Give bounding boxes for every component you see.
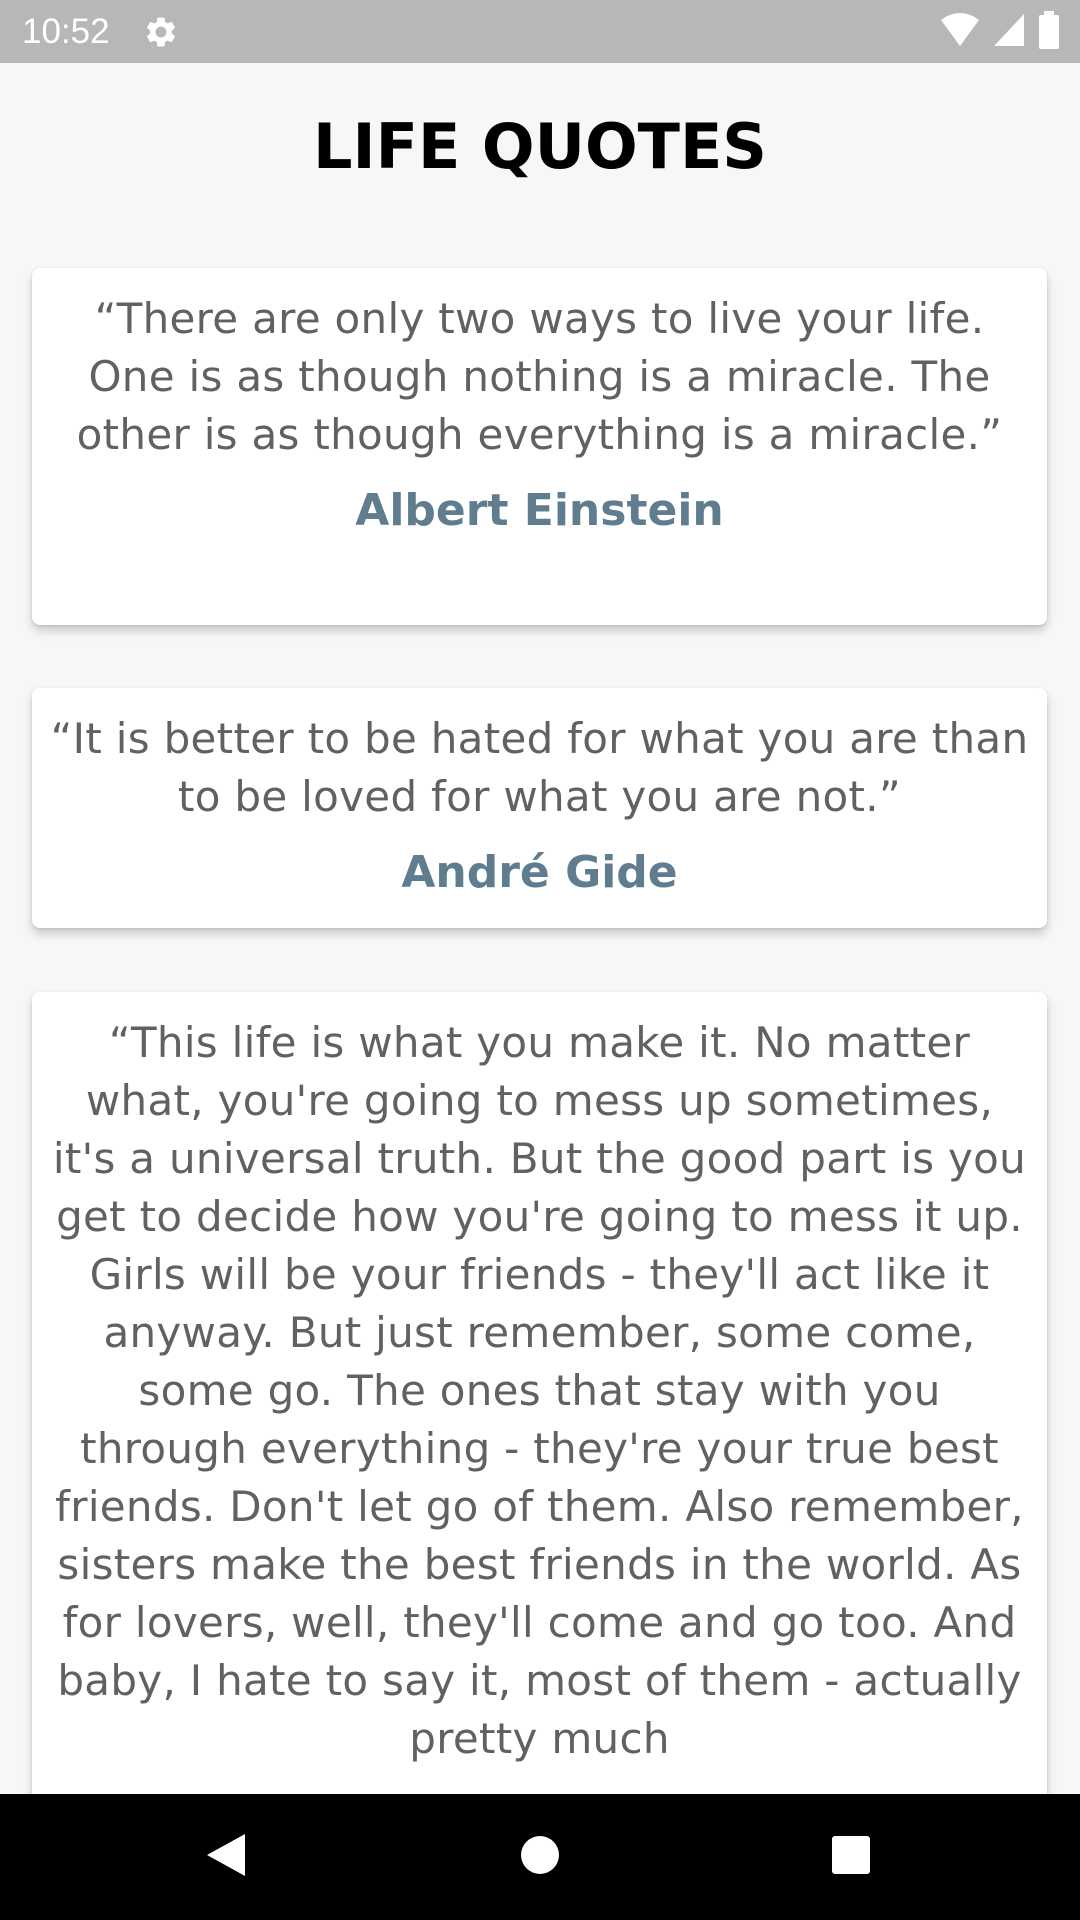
quote-author: André Gide xyxy=(401,847,678,898)
quote-card[interactable]: “This life is what you make it. No matte… xyxy=(32,992,1047,1794)
home-button[interactable] xyxy=(470,1794,610,1920)
back-icon xyxy=(205,1832,247,1882)
navigation-bar xyxy=(0,1794,1080,1920)
quote-text: “It is better to be hated for what you a… xyxy=(50,714,1029,821)
quote-card[interactable]: “There are only two ways to live your li… xyxy=(32,268,1047,625)
quote-text: “This life is what you make it. No matte… xyxy=(52,1018,1027,1763)
quote-list[interactable]: LIFE QUOTES “There are only two ways to … xyxy=(0,63,1080,1794)
quote-text: “There are only two ways to live your li… xyxy=(76,294,1003,459)
back-button[interactable] xyxy=(156,1794,296,1920)
status-bar: 10:52 xyxy=(0,0,1080,63)
gear-icon xyxy=(143,14,179,50)
status-icons xyxy=(940,11,1060,53)
cell-signal-icon xyxy=(992,12,1026,52)
quote-card[interactable]: “It is better to be hated for what you a… xyxy=(32,688,1047,928)
page-title: LIFE QUOTES xyxy=(313,110,767,183)
battery-icon xyxy=(1038,11,1060,53)
recents-button[interactable] xyxy=(781,1794,921,1920)
wifi-icon xyxy=(940,12,980,52)
status-time: 10:52 xyxy=(22,12,110,51)
home-icon xyxy=(520,1835,560,1879)
recents-icon xyxy=(831,1835,871,1879)
quote-author: Albert Einstein xyxy=(355,485,724,536)
